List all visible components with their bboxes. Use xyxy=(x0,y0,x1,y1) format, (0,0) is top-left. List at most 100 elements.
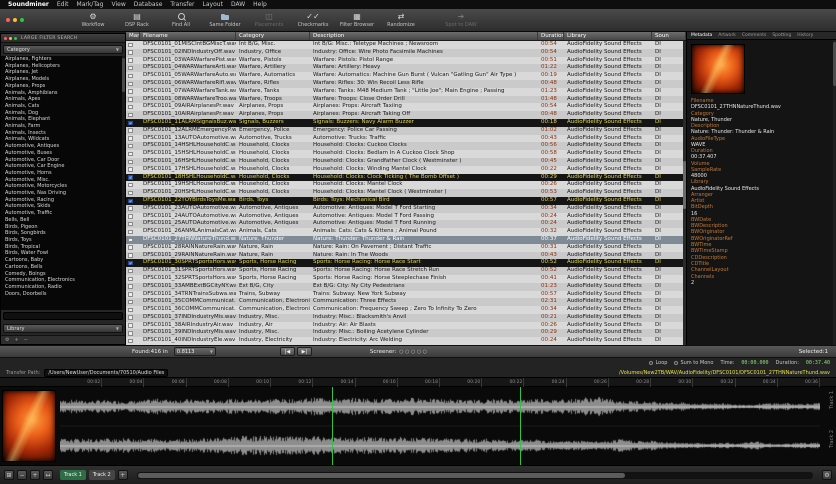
column-header-soun[interactable]: Soun xyxy=(652,32,686,40)
table-row[interactable]: DFSC0101_40INDIndustryEle.wav Industry, E… xyxy=(126,337,686,345)
filter-item-comedy-boings[interactable]: Comedy, Boings xyxy=(1,271,125,278)
add-track-button[interactable]: + xyxy=(117,470,128,480)
filter-item-automotive-nas-driving[interactable]: Automotive, Nas Driving xyxy=(1,190,125,197)
toolbar-randomize-button[interactable]: ⇄ Randomize xyxy=(380,9,422,31)
table-row[interactable]: DFSC0101_31SPRTSportsHors.wav Sports, Hor… xyxy=(126,267,686,275)
filter-item-birds-songbirds[interactable]: Birds, Songbirds xyxy=(1,230,125,237)
skip-back-button[interactable]: |◀ xyxy=(279,347,295,356)
mark-checkbox[interactable] xyxy=(128,58,133,63)
filter-item-automotive-traffic[interactable]: Automotive, Traffic xyxy=(1,210,125,217)
mark-checkbox[interactable] xyxy=(128,50,133,55)
rating-dots-icon[interactable]: ○○○○○ xyxy=(399,349,428,355)
search-time-dropdown[interactable]: 0.8113 ▼ xyxy=(173,347,216,356)
filter-item-airplanes-fighters[interactable]: Airplanes, Fighters xyxy=(1,56,125,63)
metadata-tab-spotting[interactable]: Spotting xyxy=(772,33,791,38)
mark-checkbox[interactable] xyxy=(128,284,133,289)
table-row[interactable]: DFSC0101_04WARWarfareArti.wav Warfare, Ar… xyxy=(126,64,686,73)
minimize-window-button[interactable] xyxy=(13,18,17,22)
zoom-window-button[interactable] xyxy=(20,18,24,22)
filter-item-cartoons-bells[interactable]: Cartoons, Bells xyxy=(1,264,125,271)
filter-item-birds-water-fowl[interactable]: Birds, Water Fowl xyxy=(1,250,125,257)
filter-item-airplanes-jet[interactable]: Airplanes, Jet xyxy=(1,69,125,76)
column-header-category[interactable]: Category xyxy=(236,32,310,40)
metadata-tab-comments[interactable]: Comments xyxy=(742,33,766,38)
mark-checkbox[interactable] xyxy=(128,268,133,274)
table-row[interactable]: DFSC0101_03WARWarfarePist.wav Warfare, Pi… xyxy=(126,56,686,65)
table-row[interactable]: DFSC0101_25AUTOAutomotive.wav Automotive,… xyxy=(126,220,686,229)
filter-minimize-button[interactable] xyxy=(9,36,12,40)
settings-gear-icon[interactable]: ⚙ xyxy=(822,470,832,480)
mark-checkbox[interactable] xyxy=(128,338,133,344)
close-window-button[interactable] xyxy=(6,18,10,22)
mark-checkbox[interactable] xyxy=(128,143,133,149)
filter-item-cartoons-baby[interactable]: Cartoons, Baby xyxy=(1,257,125,264)
filter-zoom-button[interactable] xyxy=(14,36,17,40)
loop-toggle[interactable]: Loop xyxy=(649,360,667,366)
table-row[interactable]: DFSC0101_39INDIndustryMis.wav Industry, M… xyxy=(126,329,686,338)
filter-item-birds-tropical[interactable]: Birds, Tropical xyxy=(1,244,125,251)
horizontal-scrollbar[interactable] xyxy=(136,471,813,479)
filter-item-automotive-car-engine[interactable]: Automotive, Car Engine xyxy=(1,163,125,170)
menu-layout[interactable]: Layout xyxy=(203,1,223,8)
mark-checkbox[interactable] xyxy=(128,151,133,157)
waveform-canvas[interactable] xyxy=(60,387,820,465)
mark-checkbox[interactable] xyxy=(128,97,133,102)
table-row[interactable]: DFSC0101_26ANMLAnimalsCat.wav Animals, Ca… xyxy=(126,228,686,236)
filter-close-button[interactable] xyxy=(4,36,7,40)
column-header-duration[interactable]: Duration xyxy=(538,32,564,40)
mark-checkbox[interactable] xyxy=(128,331,133,336)
table-row[interactable]: DFSC0101_32SPRTSportsHors.wav Sports, Hor… xyxy=(126,274,686,283)
transfer-path-field[interactable]: /Users/NewUser/Documents/70510/Audio Fil… xyxy=(44,369,169,377)
filter-item-bells-bell[interactable]: Bells, Bell xyxy=(1,217,125,224)
toolbar-same-folder-button[interactable]: Same Folder xyxy=(204,9,246,31)
filter-item-animals-cats[interactable]: Animals, Cats xyxy=(1,103,125,110)
table-row[interactable]: DFSC0101_19HSHLHouseholdC.wav Household, … xyxy=(126,181,686,190)
mark-checkbox[interactable] xyxy=(128,214,133,219)
plus-icon[interactable]: + xyxy=(14,337,18,343)
mark-checkbox[interactable] xyxy=(128,190,133,196)
table-row[interactable]: DFSC0101_16HSHLHouseholdC.wav Household, … xyxy=(126,157,686,166)
mark-checkbox[interactable] xyxy=(128,167,133,172)
filter-item-animals-wildcats[interactable]: Animals, Wildcats xyxy=(1,136,125,143)
track-chip-track-1[interactable]: Track 1 xyxy=(60,470,86,480)
mark-checkbox[interactable] xyxy=(128,307,133,313)
filter-item-automotive-misc[interactable]: Automotive, Misc. xyxy=(1,177,125,184)
menu-app-name[interactable]: Soundminer xyxy=(8,1,49,8)
mark-checkbox[interactable] xyxy=(128,221,133,227)
table-row[interactable]: DFSC0101_17HSHLHouseholdC.wav Household, … xyxy=(126,165,686,174)
menu-help[interactable]: Help xyxy=(253,1,267,8)
menu-edit[interactable]: Edit xyxy=(57,1,69,8)
cue-marker[interactable] xyxy=(519,387,521,465)
filter-refinement-input[interactable] xyxy=(3,312,123,320)
track-chip-track-2[interactable]: Track 2 xyxy=(88,470,115,480)
mark-checkbox[interactable] xyxy=(128,299,133,305)
mark-checkbox[interactable] xyxy=(128,276,133,281)
table-row[interactable]: DFSC0101_02INDIndustryOff.wav Industry, O… xyxy=(126,48,686,57)
mark-checkbox[interactable] xyxy=(128,73,133,79)
mark-checkbox[interactable]: ✓ xyxy=(128,175,133,180)
filter-item-automotive-skids[interactable]: Automotive, Skids xyxy=(1,203,125,210)
mark-checkbox[interactable]: ✓ xyxy=(128,198,133,204)
filter-item-animals-farm[interactable]: Animals, Farm xyxy=(1,123,125,130)
cue-marker[interactable] xyxy=(332,387,334,465)
filter-item-birds-pigeon[interactable]: Birds, Pigeon xyxy=(1,224,125,231)
table-row[interactable]: DFSC0101_34TRNTrainsSubwa.wav Trains, Sub… xyxy=(126,290,686,299)
grid-view-icon[interactable]: ⊞ xyxy=(4,470,14,480)
mark-checkbox[interactable] xyxy=(128,159,133,165)
toolbar-workflow-button[interactable]: ⚙ Workflow xyxy=(72,9,114,31)
column-header-filename[interactable]: Filename xyxy=(140,32,236,40)
table-row[interactable]: DFSC0101_27THNNatureThund.wav Nature, Thu… xyxy=(126,235,686,244)
filter-window-titlebar[interactable]: LARGE FILTER SEARCH xyxy=(1,34,125,43)
column-header-mark[interactable]: Mark xyxy=(126,32,140,40)
column-header-description[interactable]: Description xyxy=(310,32,538,40)
filter-item-animals-insects[interactable]: Animals, Insects xyxy=(1,130,125,137)
mark-checkbox[interactable] xyxy=(128,237,133,243)
table-row[interactable]: DFSC0101_37INDIndustryMis.wav Industry, M… xyxy=(126,313,686,322)
mark-checkbox[interactable] xyxy=(128,315,133,320)
table-row[interactable]: DFSC0101_33AMBExtBGCityNY.wav Ext B/G, Ci… xyxy=(126,282,686,291)
mark-checkbox[interactable] xyxy=(128,206,133,211)
skip-forward-button[interactable]: ▶| xyxy=(296,347,312,356)
menu-view[interactable]: View xyxy=(112,1,126,8)
table-row[interactable]: DFSC0101_29RAINNatureRain.wav Nature, Rai… xyxy=(126,251,686,260)
table-row[interactable]: DFSC0101_07WARWarfareTank.wav Warfare, Ta… xyxy=(126,87,686,96)
